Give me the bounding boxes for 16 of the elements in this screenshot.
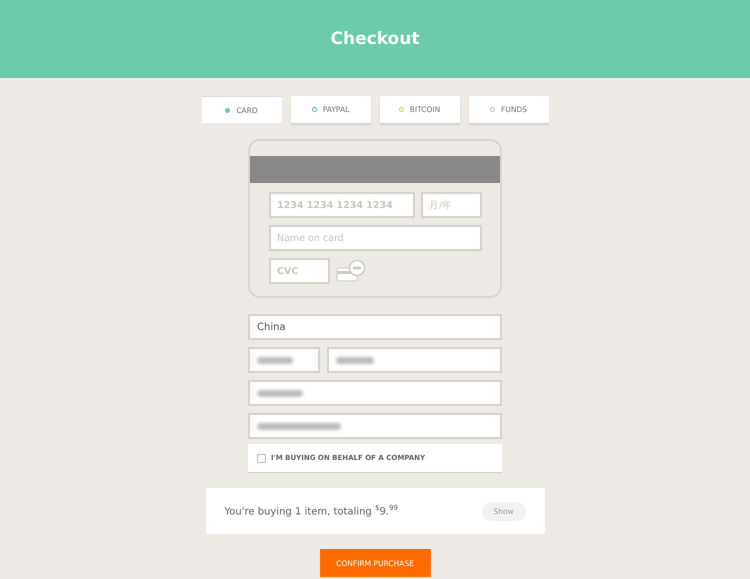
card-number-field[interactable]: 1234 1234 1234 1234: [269, 192, 415, 218]
text-field[interactable]: [248, 413, 502, 439]
country-field[interactable]: China: [248, 314, 502, 340]
text-field[interactable]: [327, 347, 502, 373]
text-field[interactable]: [248, 380, 502, 406]
card-back-icon: [336, 260, 366, 282]
redacted-text: [257, 390, 303, 396]
name-on-card-field[interactable]: Name on card: [269, 225, 482, 251]
text-field[interactable]: [248, 347, 320, 373]
page-title: Checkout: [330, 29, 420, 49]
expiry-field[interactable]: 月/年: [421, 192, 482, 218]
cvc-field[interactable]: CVC: [269, 258, 330, 284]
summary-text: You're buying 1 item, totaling $^{$}$9.$^{99}$: [224, 504, 398, 518]
redacted-text: [257, 356, 293, 364]
checkbox[interactable]: [257, 454, 266, 462]
redacted-text: [336, 356, 374, 364]
